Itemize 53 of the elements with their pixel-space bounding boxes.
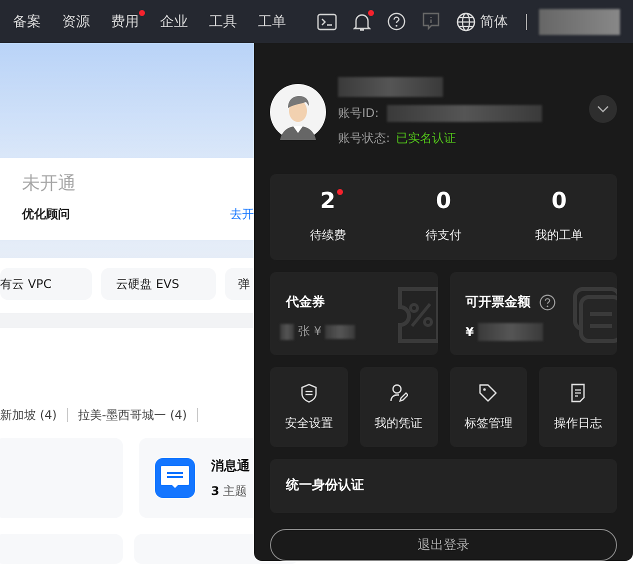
- nav-item[interactable]: 备案: [13, 12, 41, 30]
- stat-label[interactable]: 我的工单: [535, 226, 584, 244]
- service-chip[interactable]: 有云 VPC: [0, 268, 92, 300]
- invoice-icon: [573, 286, 617, 344]
- shortcut-tile[interactable]: 标签管理: [450, 367, 528, 448]
- service-chip[interactable]: 云硬盘 EVS: [101, 268, 216, 300]
- terminal-icon[interactable]: [317, 12, 337, 30]
- region-tab[interactable]: 拉美-墨西哥城一 (4): [78, 406, 187, 424]
- help-icon[interactable]: [538, 294, 556, 311]
- stat-value[interactable]: 2: [320, 190, 336, 212]
- blurred-count: [280, 324, 294, 340]
- nav-item[interactable]: 费用: [111, 12, 139, 30]
- help-icon[interactable]: [387, 12, 406, 31]
- chevron-down-icon: [597, 105, 609, 113]
- stat-value[interactable]: 0: [436, 190, 452, 212]
- avatar-icon: [270, 84, 326, 140]
- account-status: 已实名认证: [396, 130, 456, 148]
- nav-item[interactable]: 资源: [62, 12, 90, 30]
- shortcut-tile[interactable]: 我的凭证: [360, 367, 438, 448]
- account-status-label: 账号状态:: [338, 130, 390, 148]
- shortcut-tile[interactable]: 操作日志: [539, 367, 617, 448]
- account-id-label: 账号ID:: [338, 105, 379, 122]
- language-label[interactable]: 简体: [480, 12, 508, 30]
- voucher-title: 代金券: [286, 294, 326, 312]
- tag-icon: [478, 382, 498, 403]
- stat-label[interactable]: 待续费: [310, 226, 346, 244]
- activate-link[interactable]: 去开: [230, 206, 254, 223]
- nav-item[interactable]: 企业: [160, 12, 188, 30]
- message-icon: [155, 458, 195, 498]
- shortcut-tile[interactable]: 安全设置: [270, 367, 348, 448]
- sso-card[interactable]: 统一身份认证: [270, 459, 617, 514]
- stat-value[interactable]: 0: [552, 190, 567, 212]
- status-text: 未开通: [22, 172, 77, 196]
- nav-item[interactable]: 工单: [258, 12, 286, 30]
- currency-sign: ¥: [466, 325, 474, 340]
- voucher-card[interactable]: 代金券 张 ¥: [270, 272, 438, 356]
- document-icon: [570, 382, 586, 403]
- voucher-unit: 张 ¥: [298, 323, 322, 340]
- logout-button[interactable]: 退出登录: [270, 529, 617, 561]
- blurred-amount: [478, 323, 543, 342]
- bell-icon[interactable]: [353, 12, 371, 32]
- topic-count: 3 主题: [211, 482, 248, 500]
- card-label: 优化顾问: [22, 206, 70, 223]
- globe-icon[interactable]: [456, 12, 476, 32]
- shield-icon: [300, 382, 318, 403]
- region-tab[interactable]: 新加坡 (4): [0, 406, 57, 424]
- person-pen-icon: [390, 382, 408, 403]
- blurred-amount: [325, 324, 356, 339]
- nav-item[interactable]: 工具: [209, 12, 237, 30]
- topic-title: 消息通: [211, 458, 250, 474]
- stat-label[interactable]: 待支付: [426, 226, 462, 244]
- expand-button[interactable]: [589, 95, 617, 123]
- invoice-card[interactable]: 可开票金额 ¥: [450, 272, 617, 356]
